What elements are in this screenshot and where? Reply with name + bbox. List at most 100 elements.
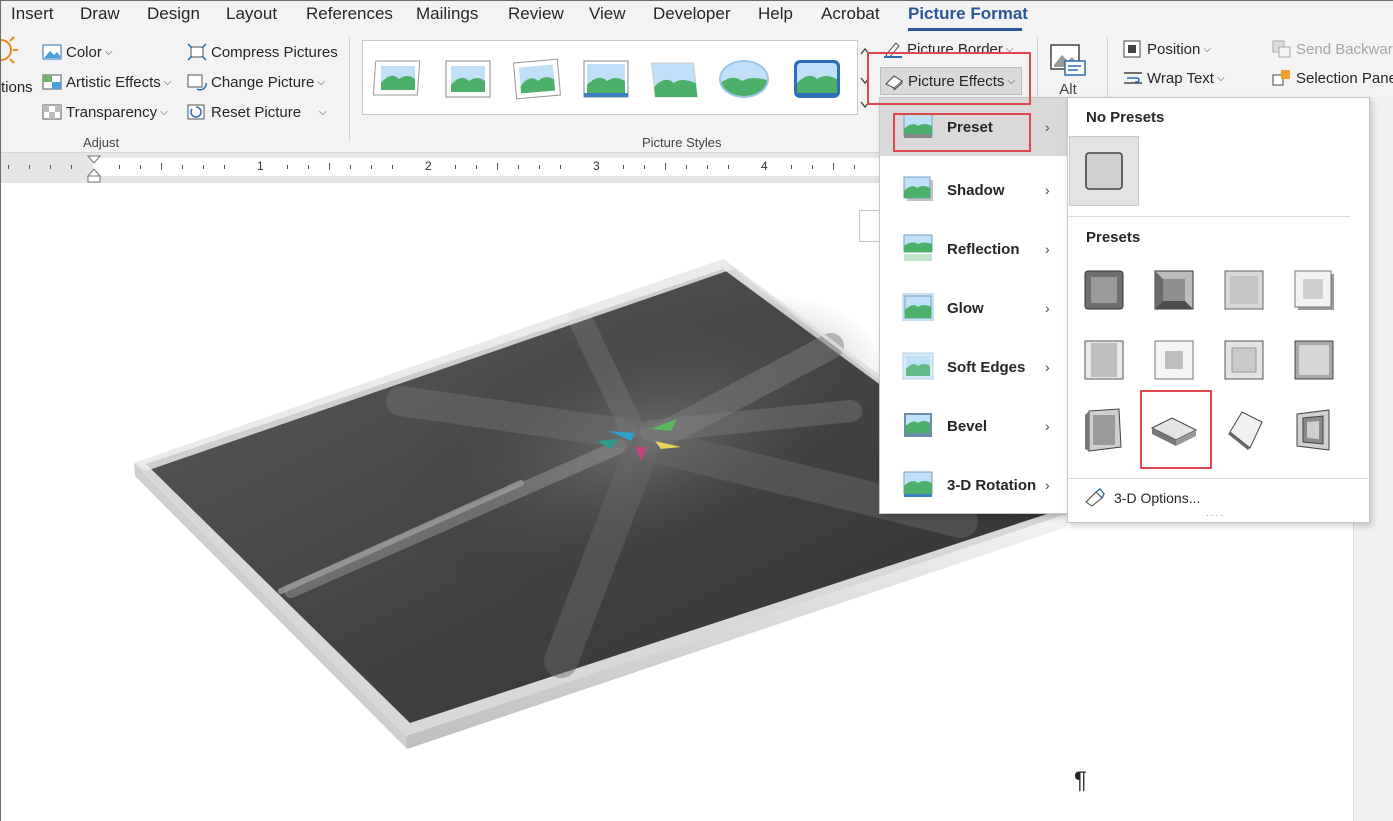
group-separator — [349, 37, 350, 141]
compress-icon — [187, 43, 207, 61]
bevel-preset-option[interactable] — [1145, 261, 1203, 319]
bevel-square-icon — [1294, 340, 1334, 380]
tab-developer[interactable]: Developer — [653, 4, 731, 24]
alt-text-label: Alt — [1059, 81, 1077, 98]
3d-options-label: 3-D Options... — [1114, 490, 1201, 506]
corrections-label: tions — [1, 79, 33, 96]
tab-insert[interactable]: Insert — [11, 4, 54, 24]
menu-item-3d-rotation[interactable]: 3-D Rotation › — [880, 456, 1067, 514]
color-button[interactable]: Color ⌵ — [42, 43, 112, 61]
ruler-number: 4 — [761, 159, 768, 173]
change-picture-button[interactable]: Change Picture ⌵ — [187, 73, 325, 91]
tab-references[interactable]: References — [306, 4, 393, 24]
3d-options-icon — [1085, 488, 1105, 507]
no-presets-heading: No Presets — [1086, 109, 1165, 126]
wrap-text-button[interactable]: Wrap Text ⌵ — [1123, 69, 1225, 87]
bevel-preset-option[interactable] — [1215, 401, 1273, 459]
style-thumbnail[interactable] — [442, 57, 494, 101]
bevel-preset-option[interactable] — [1285, 401, 1343, 459]
ruler-number: 1 — [257, 159, 264, 173]
tab-review[interactable]: Review — [508, 4, 564, 24]
bevel-preset-option[interactable] — [1075, 331, 1133, 389]
alt-text-button[interactable]: Alt — [1049, 43, 1087, 98]
shadow-icon — [903, 176, 933, 201]
bevel-tilted-icon — [1085, 408, 1122, 452]
glow-icon — [902, 293, 934, 321]
bevel-square-icon — [1084, 340, 1124, 380]
style-thumbnail[interactable] — [373, 57, 425, 101]
bevel-square-icon — [1224, 270, 1264, 310]
menu-divider — [1068, 478, 1371, 479]
bevel-preset-option[interactable] — [1145, 331, 1203, 389]
bevel-preset-option[interactable] — [1285, 331, 1343, 389]
highlight-preset — [893, 113, 1031, 152]
chevron-right-icon: › — [1045, 241, 1050, 257]
chevron-right-icon: › — [1045, 182, 1050, 198]
reset-picture-button[interactable]: Reset Picture ⌵ — [187, 103, 327, 121]
chevron-right-icon: › — [1045, 477, 1050, 493]
horizontal-ruler[interactable]: 1 2 3 4 — [1, 153, 883, 183]
resize-grip-icon[interactable]: .... — [1206, 508, 1225, 519]
bevel-square-icon — [1084, 270, 1124, 310]
tab-layout[interactable]: Layout — [226, 4, 277, 24]
layout-options-button[interactable] — [859, 210, 881, 242]
selection-pane-button[interactable]: Selection Pane — [1272, 69, 1393, 87]
bevel-preset-option[interactable] — [1215, 331, 1273, 389]
reset-picture-icon — [187, 104, 205, 120]
bevel-preset-option[interactable] — [1285, 261, 1343, 319]
soft-edges-icon — [902, 352, 934, 380]
3d-options-button[interactable]: 3-D Options... — [1084, 486, 1200, 510]
menu-item-glow[interactable]: Glow › — [880, 279, 1067, 337]
preset-submenu: No Presets Presets 3-D Options... .... — [1067, 97, 1371, 523]
transparency-icon — [42, 104, 62, 120]
menu-item-label: Bevel — [947, 417, 988, 435]
bevel-preset-option[interactable] — [1215, 261, 1273, 319]
adjust-group-label: Adjust — [83, 135, 120, 150]
tab-draw[interactable]: Draw — [80, 4, 120, 24]
no-preset-option[interactable] — [1069, 136, 1139, 206]
style-thumbnail[interactable] — [580, 57, 632, 101]
bevel-preset-option[interactable] — [1075, 401, 1133, 459]
send-backward-icon — [1272, 40, 1291, 58]
compress-label: Compress Pictures — [211, 43, 338, 61]
picture-styles-group-label: Picture Styles — [642, 135, 722, 150]
send-backward-button[interactable]: Send Backward — [1272, 40, 1393, 58]
menu-item-bevel[interactable]: Bevel › — [880, 397, 1067, 455]
chevron-right-icon: › — [1045, 119, 1050, 135]
compress-pictures-button[interactable]: Compress Pictures — [187, 43, 338, 61]
position-button[interactable]: Position ⌵ — [1123, 40, 1211, 58]
style-thumbnail[interactable] — [791, 57, 843, 101]
style-thumbnail[interactable] — [649, 57, 701, 101]
menu-item-soft-edges[interactable]: Soft Edges › — [880, 338, 1067, 396]
tab-acrobat[interactable]: Acrobat — [821, 4, 880, 24]
tab-design[interactable]: Design — [147, 4, 200, 24]
chevron-right-icon: › — [1045, 418, 1050, 434]
tab-mailings[interactable]: Mailings — [416, 4, 478, 24]
chevron-down-icon: ⌵ — [319, 106, 327, 118]
selection-pane-icon — [1272, 70, 1290, 86]
style-thumbnail[interactable] — [511, 57, 563, 101]
menu-item-reflection[interactable]: Reflection › — [880, 220, 1067, 278]
chevron-down-icon: ⌵ — [104, 46, 113, 58]
menu-item-label: 3-D Rotation — [947, 476, 1037, 494]
transparency-label: Transparency — [66, 103, 158, 121]
style-thumbnail[interactable] — [718, 57, 770, 101]
bevel-diamond-icon — [1228, 411, 1263, 450]
tab-help[interactable]: Help — [758, 4, 793, 24]
tab-picture-format[interactable]: Picture Format — [908, 4, 1028, 24]
bevel-square-icon — [1224, 340, 1264, 380]
corrections-button[interactable]: tions — [1, 33, 33, 96]
selection-pane-label: Selection Pane — [1296, 69, 1393, 87]
sun-icon — [1, 36, 18, 64]
bevel-preset-option[interactable] — [1075, 261, 1133, 319]
tab-view[interactable]: View — [589, 4, 626, 24]
menu-item-label: Reflection — [947, 240, 1020, 258]
transparency-button[interactable]: Transparency ⌵ — [42, 103, 168, 121]
bevel-square-icon — [1154, 270, 1194, 310]
chevron-right-icon: › — [1045, 300, 1050, 316]
menu-divider — [1068, 216, 1350, 217]
menu-item-shadow[interactable]: Shadow › — [880, 161, 1067, 219]
picture-effects-menu: Preset › Shadow › Reflection › Glow › So… — [879, 97, 1068, 514]
indent-marker-icon[interactable] — [87, 155, 101, 183]
artistic-effects-button[interactable]: Artistic Effects ⌵ — [42, 73, 171, 91]
